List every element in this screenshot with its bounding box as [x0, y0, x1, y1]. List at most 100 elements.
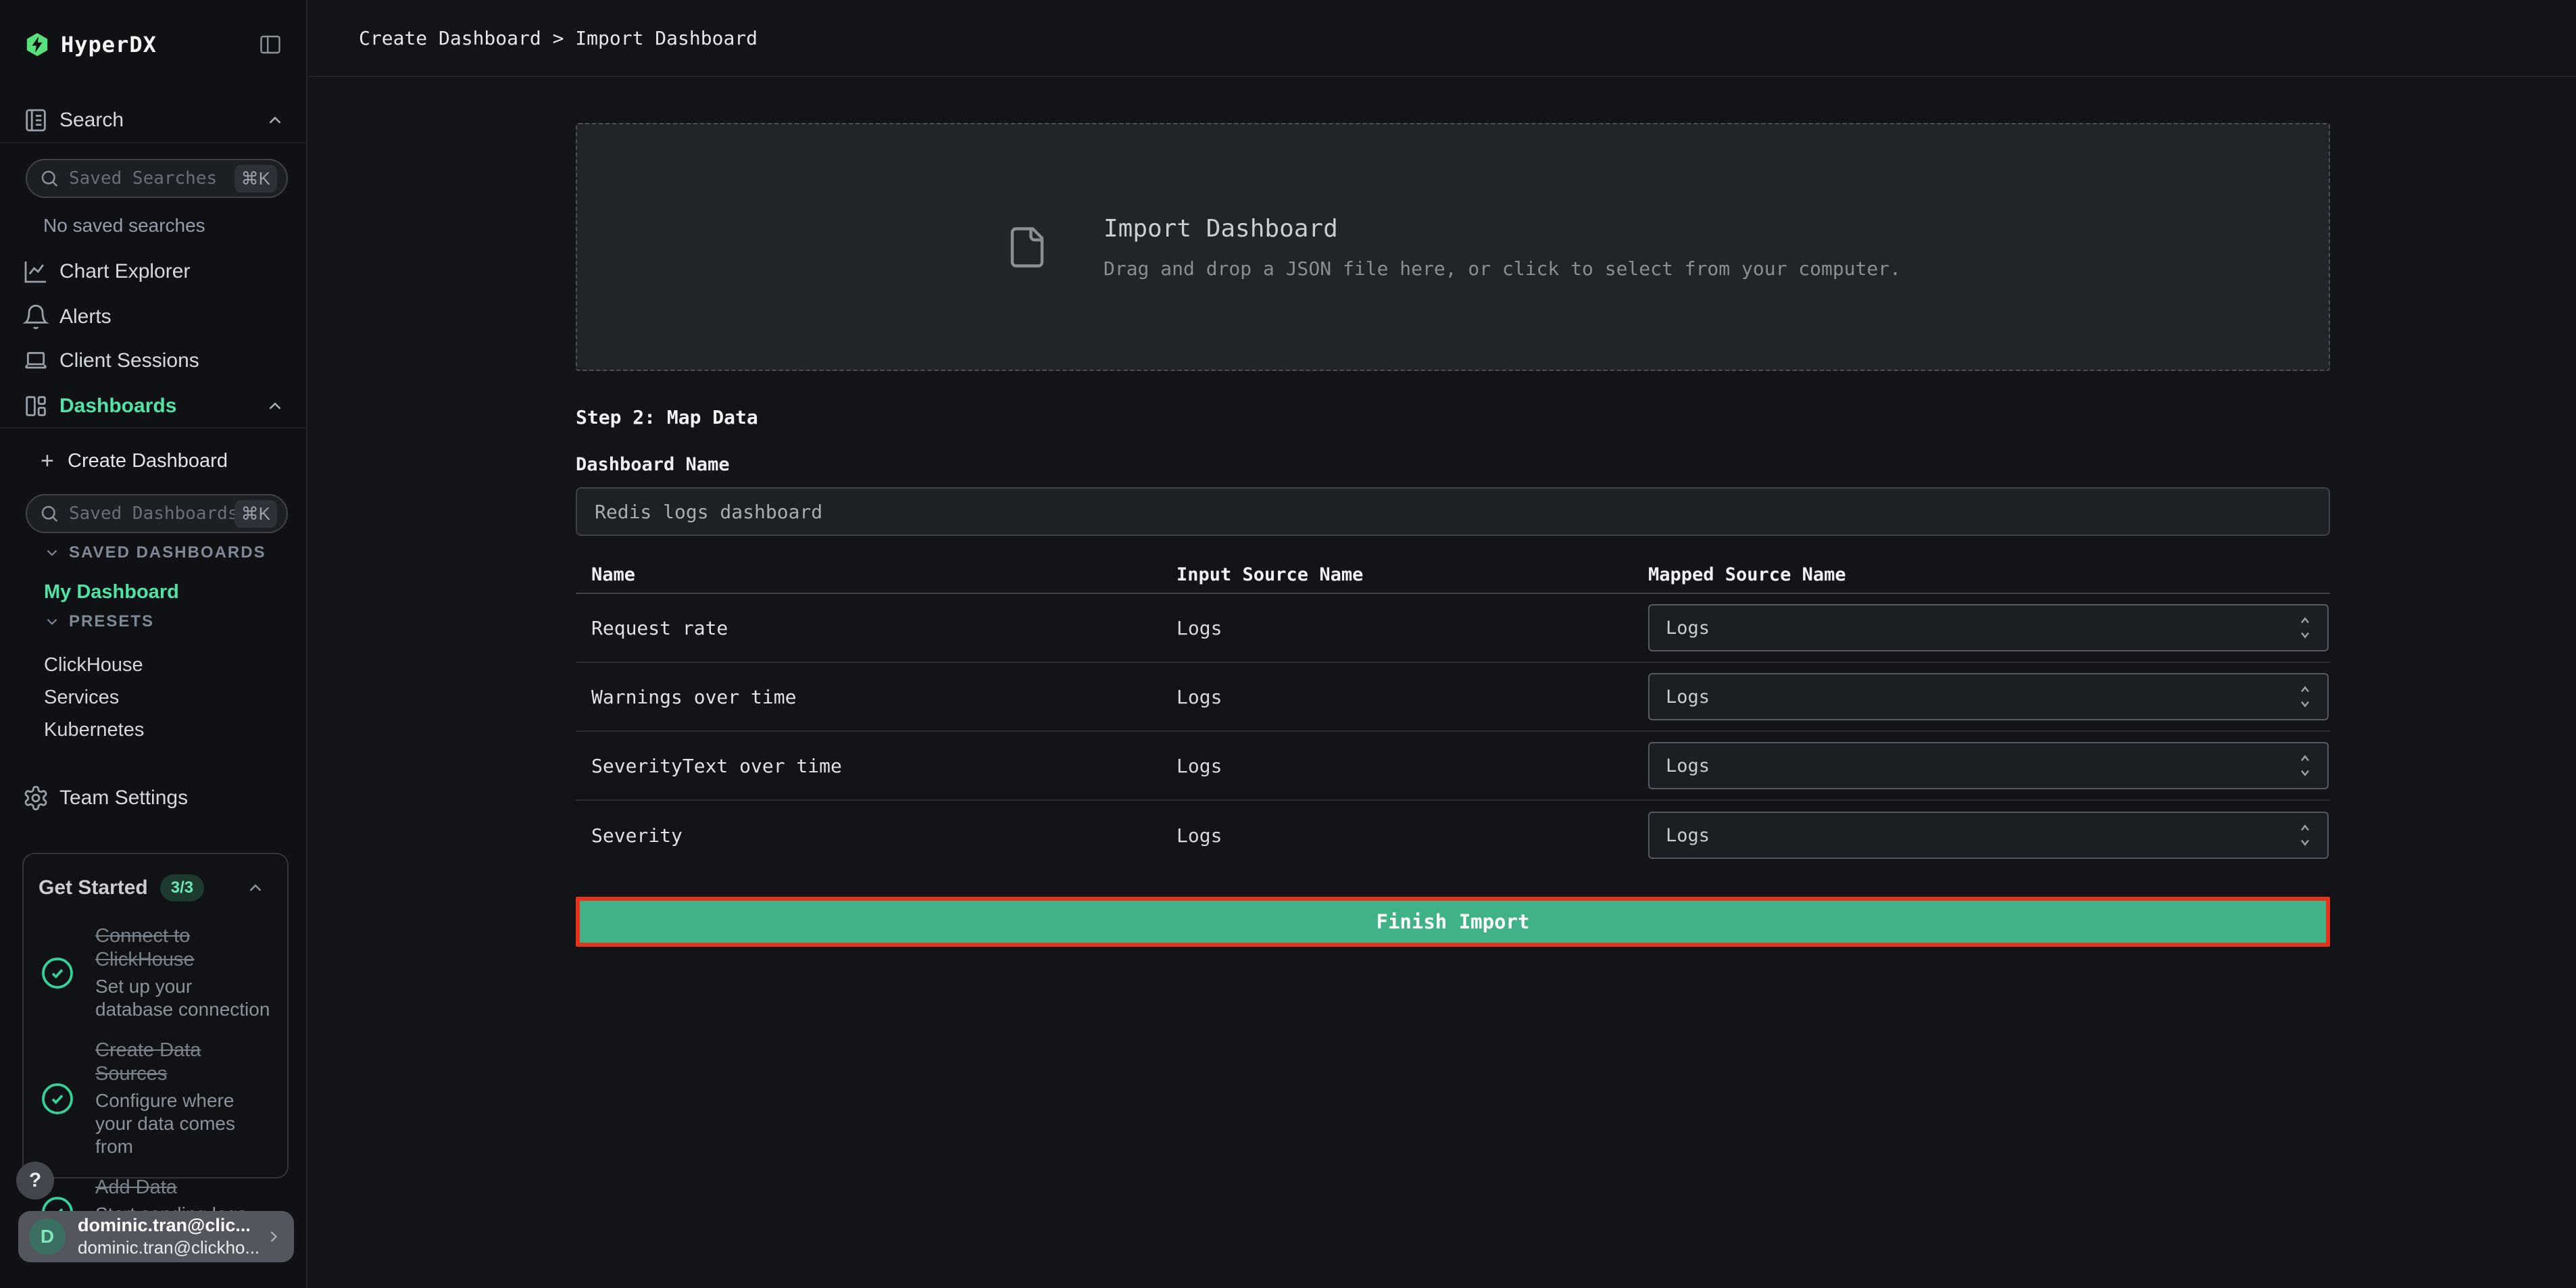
topbar: Create Dashboard > Import Dashboard	[309, 0, 2576, 77]
logo-text: HyperDX	[61, 32, 157, 57]
chart-explorer-icon	[22, 258, 49, 285]
mapped-source-select[interactable]: Logs	[1648, 812, 2329, 859]
row-input-source: Logs	[1176, 686, 1648, 708]
chevron-up-icon[interactable]	[245, 878, 266, 898]
search-section-icon	[22, 107, 49, 134]
hyperdx-app: HyperDX Search ⌘K No saved searches Char…	[0, 0, 2576, 1288]
chevron-up-icon[interactable]	[265, 396, 285, 416]
sidebar-link-my-dashboard[interactable]: My Dashboard	[44, 581, 179, 603]
shortcut-badge: ⌘K	[234, 500, 277, 528]
select-value: Logs	[1666, 618, 1710, 639]
mapped-source-select[interactable]: Logs	[1648, 673, 2329, 720]
sidebar-item-alerts[interactable]: Alerts	[0, 299, 306, 335]
check-circle-icon	[39, 1080, 76, 1118]
sidebar-divider	[0, 427, 306, 428]
step-heading: Step 2: Map Data	[576, 406, 2330, 428]
column-header-mapped-source: Mapped Source Name	[1648, 564, 2330, 585]
file-icon	[1005, 217, 1049, 278]
get-started-item[interactable]: Connect to ClickHouse Set up your databa…	[39, 924, 272, 1021]
select-value: Logs	[1666, 825, 1710, 846]
import-dropzone[interactable]: Import Dashboard Drag and drop a JSON fi…	[576, 123, 2330, 371]
sidebar-link-services[interactable]: Services	[44, 687, 119, 709]
column-header-input-source: Input Source Name	[1176, 564, 1648, 585]
section-label: SAVED DASHBOARDS	[69, 543, 266, 562]
sidebar-item-label: Dashboards	[59, 395, 176, 418]
laptop-icon	[22, 347, 49, 374]
row-input-source: Logs	[1176, 824, 1648, 847]
saved-dashboards-input[interactable]	[69, 503, 234, 524]
logo[interactable]: HyperDX	[24, 27, 288, 62]
chevron-down-icon	[43, 613, 61, 630]
dashboards-icon	[22, 393, 49, 420]
select-arrows-icon	[2295, 820, 2315, 850]
sidebar-item-chart-explorer[interactable]: Chart Explorer	[0, 254, 306, 289]
get-started-header[interactable]: Get Started 3/3	[39, 869, 272, 907]
row-name: SeverityText over time	[591, 755, 1176, 777]
get-started-item[interactable]: Create Data Sources Configure where your…	[39, 1039, 272, 1158]
bell-icon	[22, 303, 49, 330]
mapping-table: Name Input Source Name Mapped Source Nam…	[576, 556, 2330, 870]
sidebar-item-label: Alerts	[59, 305, 112, 328]
user-menu[interactable]: D dominic.tran@clic... dominic.tran@clic…	[18, 1211, 294, 1262]
saved-searches-search[interactable]: ⌘K	[26, 159, 288, 198]
sidebar-item-label: Chart Explorer	[59, 260, 190, 283]
row-input-source: Logs	[1176, 617, 1648, 639]
create-dashboard-button[interactable]: + Create Dashboard	[0, 443, 306, 478]
user-email: dominic.tran@clickho...	[78, 1237, 264, 1258]
sidebar: HyperDX Search ⌘K No saved searches Char…	[0, 0, 307, 1288]
finish-import-button[interactable]: Finish Import	[576, 897, 2330, 947]
avatar: D	[29, 1218, 66, 1255]
chevron-down-icon	[43, 544, 61, 562]
row-name: Severity	[591, 824, 1176, 847]
select-arrows-icon	[2295, 751, 2315, 781]
saved-searches-input[interactable]	[69, 168, 234, 189]
select-arrows-icon	[2295, 682, 2315, 712]
sidebar-link-kubernetes[interactable]: Kubernetes	[44, 719, 144, 741]
sidebar-item-search[interactable]: Search	[0, 103, 306, 138]
dashboard-name-label: Dashboard Name	[576, 454, 2330, 475]
search-icon	[39, 503, 59, 524]
shortcut-badge: ⌘K	[234, 165, 277, 193]
section-label: PRESETS	[69, 612, 154, 631]
saved-dashboards-search[interactable]: ⌘K	[26, 494, 288, 533]
select-arrows-icon	[2295, 613, 2315, 643]
row-name: Warnings over time	[591, 686, 1176, 708]
progress-badge: 3/3	[160, 874, 204, 901]
get-started-item-title: Create Data Sources	[95, 1039, 272, 1087]
table-row: Severity Logs Logs	[576, 801, 2330, 870]
sidebar-link-clickhouse[interactable]: ClickHouse	[44, 654, 143, 676]
gear-icon	[22, 785, 49, 812]
finish-import-label: Finish Import	[1377, 910, 1530, 933]
dropzone-subtitle: Drag and drop a JSON file here, or click…	[1104, 257, 1901, 280]
sidebar-item-team-settings[interactable]: Team Settings	[0, 781, 306, 816]
chevron-right-icon	[264, 1227, 283, 1246]
select-value: Logs	[1666, 687, 1710, 708]
sidebar-divider	[0, 142, 306, 143]
get-started-item-desc: Set up your database connection	[95, 975, 272, 1021]
column-header-name: Name	[591, 564, 1176, 585]
mapped-source-select[interactable]: Logs	[1648, 604, 2329, 651]
table-header-row: Name Input Source Name Mapped Source Nam…	[576, 556, 2330, 594]
dashboard-name-input[interactable]	[576, 487, 2330, 536]
check-circle-icon	[39, 954, 76, 992]
sidebar-item-label: Client Sessions	[59, 349, 199, 372]
sidebar-item-dashboards[interactable]: Dashboards	[0, 389, 306, 424]
select-value: Logs	[1666, 756, 1710, 776]
get-started-title: Get Started	[39, 876, 148, 899]
sidebar-item-client-sessions[interactable]: Client Sessions	[0, 343, 306, 378]
user-name: dominic.tran@clic...	[78, 1215, 264, 1236]
sidebar-collapse-icon[interactable]	[258, 32, 282, 57]
import-dashboard-content: Import Dashboard Drag and drop a JSON fi…	[309, 123, 2576, 947]
table-row: SeverityText over time Logs Logs	[576, 732, 2330, 801]
help-button[interactable]: ?	[16, 1162, 54, 1199]
hyperdx-logo-icon	[24, 32, 50, 57]
breadcrumb: Create Dashboard > Import Dashboard	[359, 27, 758, 49]
get-started-item-title: Add Data	[95, 1176, 272, 1199]
main-area: Create Dashboard > Import Dashboard Impo…	[309, 0, 2576, 1288]
sidebar-item-label: Search	[59, 109, 124, 132]
sidebar-item-label: Team Settings	[59, 787, 188, 810]
dropzone-title: Import Dashboard	[1104, 215, 1901, 243]
mapped-source-select[interactable]: Logs	[1648, 742, 2329, 789]
chevron-up-icon[interactable]	[265, 110, 285, 130]
get-started-item-title: Connect to ClickHouse	[95, 924, 272, 972]
